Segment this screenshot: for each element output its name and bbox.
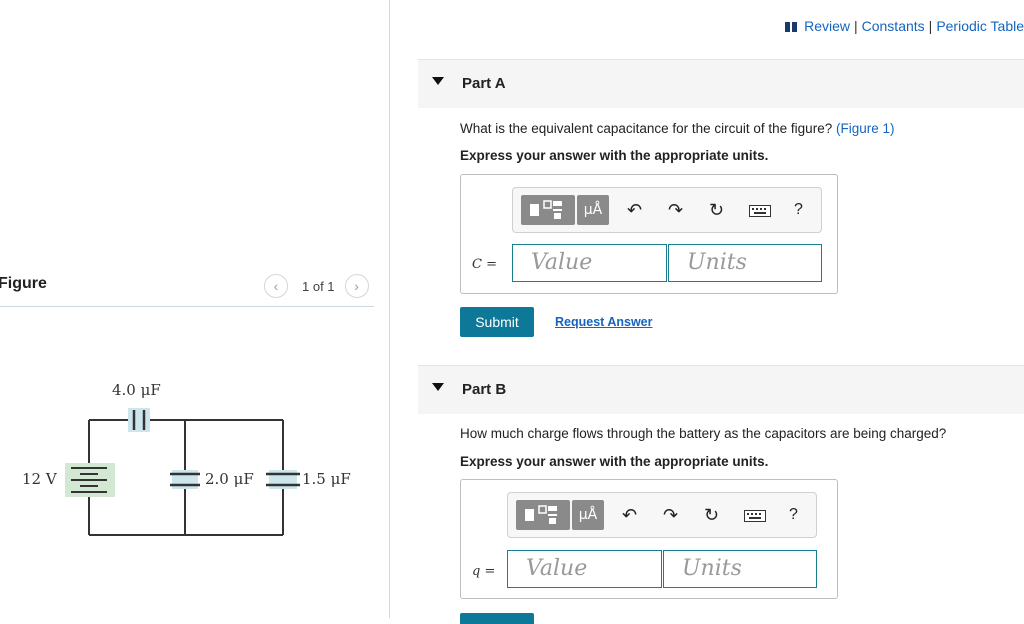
variable-q: q = [472,564,496,579]
units-button[interactable]: μÅ [572,500,604,530]
reset-icon[interactable]: ↻ [709,200,724,220]
redo-icon[interactable]: ↷ [668,200,683,220]
keyboard-icon[interactable] [749,205,771,217]
templates-icon [525,505,557,524]
part-a-question: What is the equivalent capacitance for t… [460,121,894,136]
top-links: Review | Constants | Periodic Table [785,18,1024,34]
undo-icon[interactable]: ↶ [627,200,642,220]
part-b-title: Part B [462,381,507,398]
part-a-title: Part A [462,75,506,92]
figure-pager: ‹ 1 of 1 › [264,273,369,299]
caret-down-icon [432,383,444,391]
part-b-header[interactable]: Part B [418,365,1024,414]
part-b-question: How much charge flows through the batter… [460,426,947,441]
units-icon: μÅ [583,202,603,218]
templates-button[interactable] [516,500,570,530]
submit-button-partial[interactable] [460,613,534,624]
caret-down-icon [432,77,444,85]
part-a-instruction: Express your answer with the appropriate… [460,148,769,163]
templates-icon [530,200,562,219]
help-icon[interactable]: ? [789,505,798,525]
part-a-header[interactable]: Part A [418,59,1024,108]
figure-link[interactable]: (Figure 1) [836,121,895,136]
label-c1: 4.0 μF [112,381,161,399]
part-b-instruction: Express your answer with the appropriate… [460,454,769,469]
undo-icon[interactable]: ↶ [622,505,637,525]
units-icon: μÅ [578,507,598,523]
chevron-right-icon: › [354,278,359,294]
part-a-answer-box: μÅ ↶ ↷ ↻ ? C = Value Units [460,174,838,294]
chevron-left-icon: ‹ [273,278,279,294]
templates-button[interactable] [521,195,575,225]
prev-figure-button[interactable]: ‹ [264,274,288,298]
units-input[interactable]: Units [663,550,817,588]
separator: | [928,18,933,34]
capacitor-c1-shade [128,408,150,432]
units-input[interactable]: Units [668,244,822,282]
constants-link[interactable]: Constants [862,18,925,34]
math-toolbar: μÅ ↶ ↷ ↻ ? [512,187,822,233]
figure-divider [0,306,374,307]
book-icon [785,22,798,32]
request-answer-link[interactable]: Request Answer [555,315,652,329]
separator: | [853,18,858,34]
label-c2: 2.0 μF [205,470,254,488]
reset-icon[interactable]: ↻ [704,505,719,525]
submit-button[interactable]: Submit [460,307,534,337]
value-input[interactable]: Value [512,244,667,282]
figure-panel: Figure ‹ 1 of 1 › 4.0 μF 12 V 2.0 μF 1.5… [0,0,390,624]
periodic-table-link[interactable]: Periodic Table [936,18,1024,34]
math-toolbar: μÅ ↶ ↷ ↻ ? [507,492,817,538]
panel-divider [389,0,390,618]
keyboard-icon[interactable] [744,510,766,522]
value-input[interactable]: Value [507,550,662,588]
next-figure-button[interactable]: › [344,274,369,298]
figure-title: Figure [0,275,47,292]
pager-text: 1 of 1 [302,278,335,294]
label-battery: 12 V [22,470,58,488]
redo-icon[interactable]: ↷ [663,505,678,525]
review-link[interactable]: Review [804,18,850,34]
label-c3: 1.5 μF [302,470,351,488]
units-button[interactable]: μÅ [577,195,609,225]
part-b-answer-box: μÅ ↶ ↷ ↻ ? q = Value Units [460,479,838,599]
question-text: What is the equivalent capacitance for t… [460,121,836,136]
help-icon[interactable]: ? [794,200,803,220]
circuit-diagram: 4.0 μF 12 V 2.0 μF 1.5 μF [22,381,351,536]
variable-c: C = [472,257,497,272]
